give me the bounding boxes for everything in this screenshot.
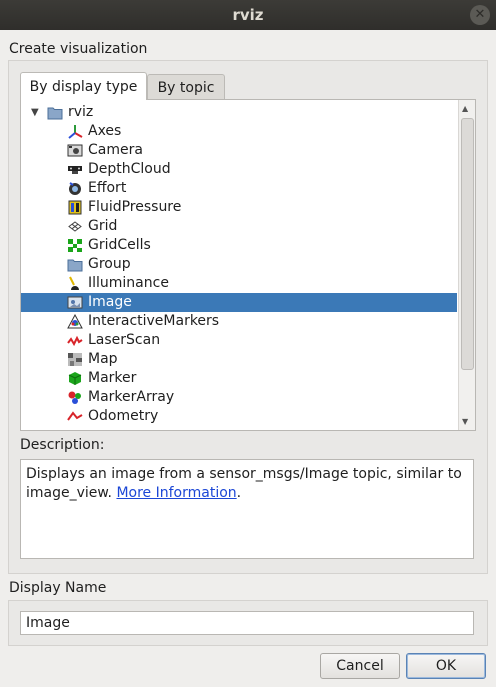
grid-icon <box>68 221 82 232</box>
ok-button-label: OK <box>435 658 457 674</box>
description-period: . <box>236 485 242 501</box>
illuminance-icon <box>69 276 79 290</box>
tree-root-rviz[interactable]: ▼ rviz <box>21 103 457 122</box>
tab-by-topic[interactable]: By topic <box>147 74 225 100</box>
folder-icon <box>67 259 83 272</box>
laserscan-icon <box>67 335 83 347</box>
effort-icon <box>69 182 81 195</box>
depthcloud-icon <box>68 166 82 174</box>
description-text: Displays an image from a sensor_msgs/Ima… <box>26 466 462 501</box>
window-title: rviz <box>232 6 264 24</box>
tree-item-odometry[interactable]: Odometry <box>21 407 457 426</box>
odometry-icon <box>67 411 83 421</box>
tree-item-camera[interactable]: Camera <box>21 141 457 160</box>
tab-by-display-type[interactable]: By display type <box>20 72 147 100</box>
tree-item-markerarray[interactable]: MarkerArray <box>21 388 457 407</box>
collapse-arrow-icon[interactable]: ▼ <box>31 107 39 118</box>
tree-item-grid[interactable]: Grid <box>21 217 457 236</box>
display-name-input[interactable]: Image <box>20 611 474 635</box>
tree-item-group[interactable]: Group <box>21 255 457 274</box>
description-label: Description: <box>20 437 105 453</box>
scrollbar-thumb[interactable] <box>461 118 474 370</box>
window-titlebar: rviz ✕ <box>0 0 496 30</box>
ok-button[interactable]: OK <box>406 653 486 679</box>
map-icon <box>68 353 82 366</box>
tree-item-image[interactable]: Image <box>21 293 457 312</box>
axes-icon <box>68 125 83 139</box>
cancel-button-label: Cancel <box>336 658 384 674</box>
tree-item-laserscan[interactable]: LaserScan <box>21 331 457 350</box>
markerarray-icon <box>68 391 81 404</box>
description-box: Displays an image from a sensor_msgs/Ima… <box>20 459 474 559</box>
close-icon[interactable]: ✕ <box>470 5 490 25</box>
tree-item-map[interactable]: Map <box>21 350 457 369</box>
tree-item-gridcells[interactable]: GridCells <box>21 236 457 255</box>
tree-item-marker[interactable]: Marker <box>21 369 457 388</box>
folder-icon <box>47 107 63 120</box>
dialog-header: Create visualization <box>9 41 148 57</box>
tree-item-axes[interactable]: Axes <box>21 122 457 141</box>
camera-icon <box>67 144 83 157</box>
more-information-link[interactable]: More Information <box>116 485 236 501</box>
image-icon <box>67 296 83 309</box>
interactive-markers-icon <box>67 314 83 329</box>
scroll-down-icon[interactable]: ▼ <box>462 417 468 426</box>
cancel-button[interactable]: Cancel <box>320 653 400 679</box>
tree-item-depthcloud[interactable]: DepthCloud <box>21 160 457 179</box>
tree-item-illuminance[interactable]: Illuminance <box>21 274 457 293</box>
display-name-label: Display Name <box>9 580 107 596</box>
tree-item-fluidpressure[interactable]: FluidPressure <box>21 198 457 217</box>
tree-item-effort[interactable]: Effort <box>21 179 457 198</box>
gridcells-icon <box>68 239 82 252</box>
tree-scrollbar[interactable]: ▲ ▼ <box>458 100 475 430</box>
marker-icon <box>68 372 82 385</box>
tree-item-interactivemarkers[interactable]: InteractiveMarkers <box>21 312 457 331</box>
fluidpressure-icon <box>68 200 82 215</box>
display-type-tree[interactable]: ▼ rviz Axes Camera DepthCloud Effort Flu… <box>20 99 476 431</box>
scroll-up-icon[interactable]: ▲ <box>462 104 468 113</box>
